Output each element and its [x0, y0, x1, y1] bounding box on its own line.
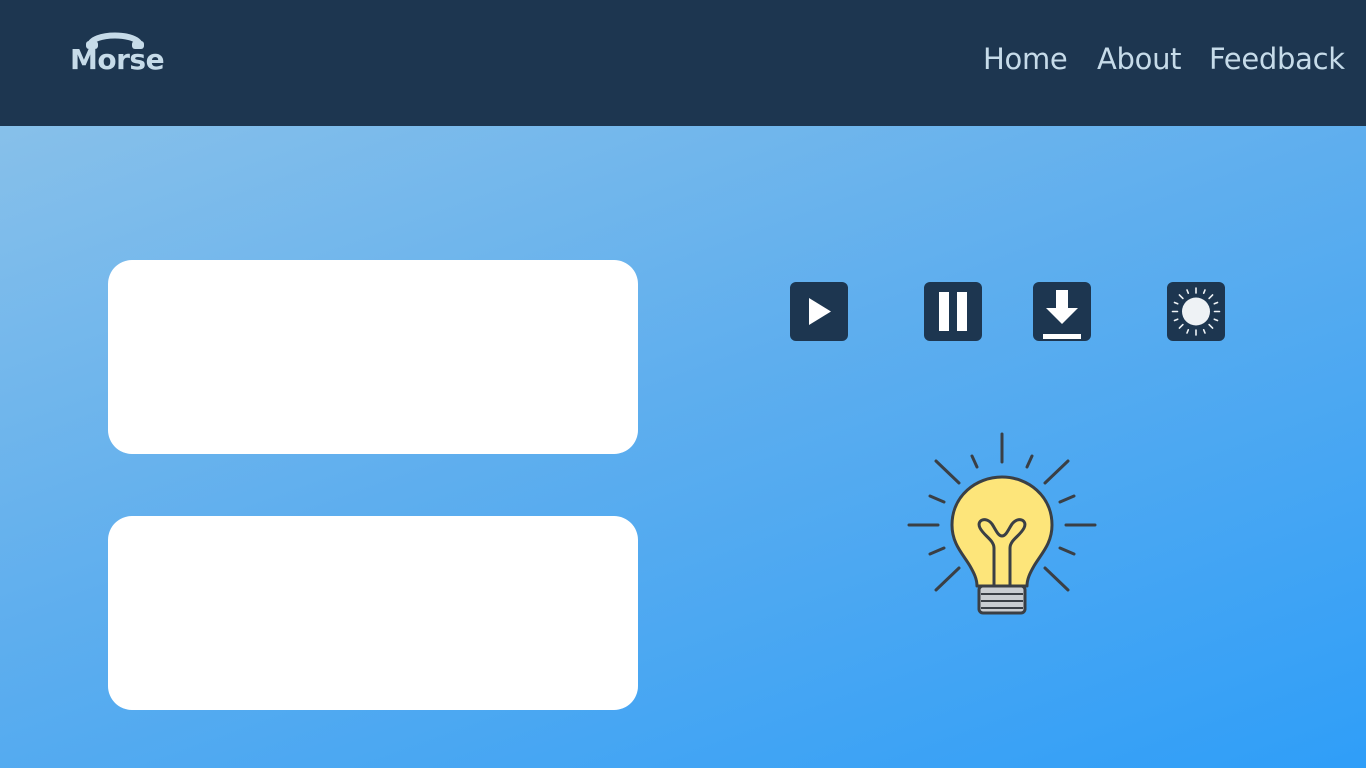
play-button[interactable]: [790, 282, 848, 341]
pause-icon: [939, 292, 967, 331]
pause-button[interactable]: [924, 282, 982, 341]
play-icon: [809, 298, 831, 325]
lightbulb-icon: [907, 432, 1097, 615]
lightbulb-indicator: [906, 432, 1098, 618]
download-icon: [1043, 290, 1081, 339]
logo[interactable]: Morse: [70, 28, 170, 80]
download-button[interactable]: [1033, 282, 1091, 341]
nav-link-about[interactable]: About: [1097, 42, 1182, 76]
brightness-button[interactable]: [1167, 282, 1225, 341]
nav-link-feedback[interactable]: Feedback: [1209, 42, 1345, 76]
brightness-icon: [1171, 287, 1221, 336]
nav-link-home[interactable]: Home: [983, 42, 1068, 76]
top-navbar: Morse Home About Feedback: [0, 0, 1366, 126]
logo-text: Morse: [70, 43, 165, 76]
output-text-box[interactable]: [108, 516, 638, 710]
input-text-box[interactable]: [108, 260, 638, 454]
